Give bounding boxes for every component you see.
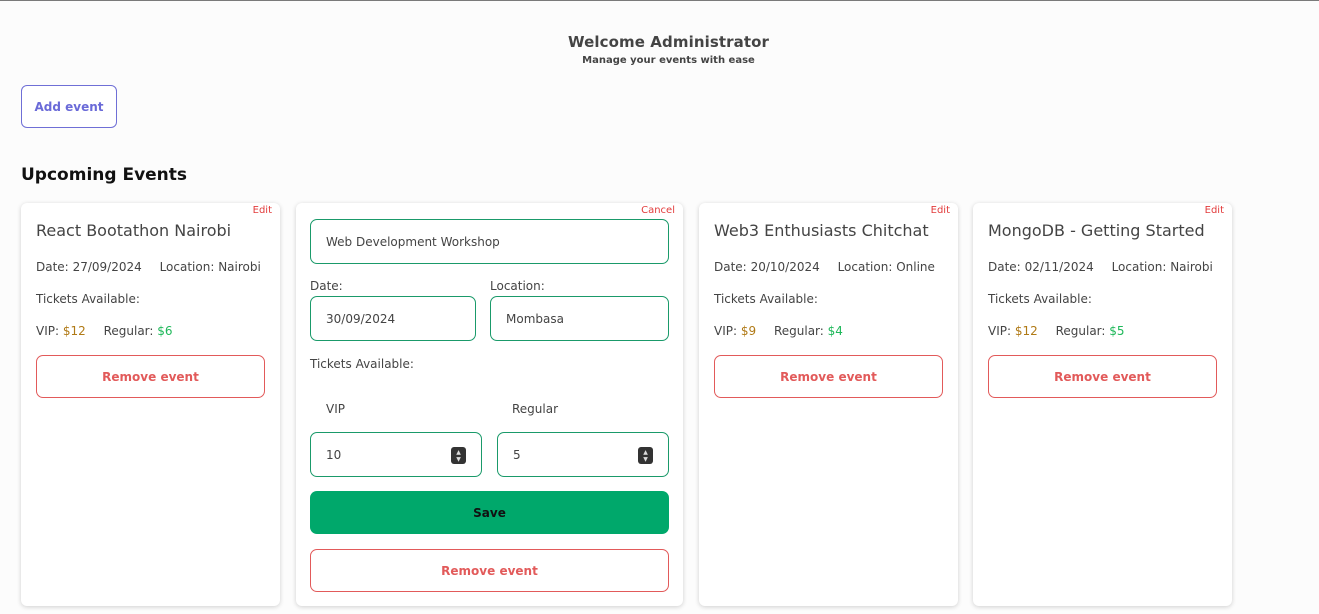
regular-field-label: Regular — [512, 402, 559, 416]
vip-price: $12 — [62, 324, 86, 338]
location-input[interactable]: Mombasa — [490, 296, 669, 341]
chevron-down-icon: ▼ — [456, 455, 461, 463]
location-label: Location: — [1111, 260, 1167, 274]
vip-label: VIP: — [36, 324, 60, 338]
regular-quantity-value: 5 — [513, 447, 521, 462]
event-meta: Date: 20/10/2024 Location: Online — [714, 260, 935, 274]
event-title-value: Web Development Workshop — [326, 234, 500, 249]
event-location: Nairobi — [1170, 260, 1213, 274]
regular-price: $5 — [1109, 324, 1125, 338]
tickets-field-label: Tickets Available: — [310, 357, 414, 371]
event-card: Edit MongoDB - Getting Started Date: 02/… — [973, 203, 1232, 606]
vip-label: VIP: — [988, 324, 1012, 338]
vip-price: $9 — [740, 324, 757, 338]
remove-event-button[interactable]: Remove event — [988, 355, 1217, 398]
vip-price: $12 — [1014, 324, 1038, 338]
edit-link[interactable]: Edit — [931, 205, 950, 216]
remove-event-button[interactable]: Remove event — [36, 355, 265, 398]
event-meta: Date: 27/09/2024 Location: Nairobi — [36, 260, 261, 274]
event-title: Web3 Enthusiasts Chitchat — [714, 221, 929, 240]
chevron-down-icon: ▼ — [643, 455, 648, 463]
save-button[interactable]: Save — [310, 491, 669, 534]
regular-label: Regular: — [773, 324, 824, 338]
event-edit-card: Cancel Web Development Workshop Date: Lo… — [296, 203, 683, 606]
event-location: Online — [896, 260, 935, 274]
page-title: Welcome Administrator — [567, 33, 770, 51]
regular-label: Regular: — [1055, 324, 1106, 338]
vip-quantity-value: 10 — [326, 447, 342, 462]
location-label: Location: — [837, 260, 893, 274]
tickets-label: Tickets Available: — [714, 292, 818, 306]
add-event-button[interactable]: Add event — [21, 85, 117, 128]
event-title: MongoDB - Getting Started — [988, 221, 1205, 240]
event-date: 20/10/2024 — [750, 260, 820, 274]
event-title-input[interactable]: Web Development Workshop — [310, 219, 669, 264]
page-subtitle: Manage your events with ease — [582, 55, 755, 66]
section-title: Upcoming Events — [21, 165, 188, 185]
chevron-up-icon: ▲ — [456, 448, 461, 456]
vip-field-label: VIP — [326, 402, 345, 416]
date-field-label: Date: — [310, 279, 343, 293]
date-input[interactable]: 30/09/2024 — [310, 296, 476, 341]
event-date: 27/09/2024 — [72, 260, 142, 274]
location-field-label: Location: — [490, 279, 545, 293]
regular-price: $6 — [157, 324, 173, 338]
vip-label: VIP: — [714, 324, 738, 338]
remove-event-button[interactable]: Remove event — [310, 549, 669, 592]
chevron-up-icon: ▲ — [643, 448, 648, 456]
price-row: VIP: $12 Regular: $5 — [988, 324, 1125, 338]
edit-link[interactable]: Edit — [253, 205, 272, 216]
date-label: Date: — [36, 260, 69, 274]
event-title: React Bootathon Nairobi — [36, 221, 232, 240]
price-row: VIP: $9 Regular: $4 — [714, 324, 843, 338]
event-meta: Date: 02/11/2024 Location: Nairobi — [988, 260, 1213, 274]
price-row: VIP: $12 Regular: $6 — [36, 324, 173, 338]
edit-link[interactable]: Edit — [1205, 205, 1224, 216]
event-location: Nairobi — [218, 260, 261, 274]
regular-quantity-input[interactable]: 5 ▲ ▼ — [497, 432, 669, 477]
date-value: 30/09/2024 — [326, 311, 396, 326]
date-label: Date: — [988, 260, 1021, 274]
event-date: 02/11/2024 — [1024, 260, 1094, 274]
spinner-icon[interactable]: ▲ ▼ — [638, 447, 653, 464]
regular-label: Regular: — [103, 324, 154, 338]
location-label: Location: — [159, 260, 215, 274]
remove-event-button[interactable]: Remove event — [714, 355, 943, 398]
cancel-link[interactable]: Cancel — [641, 205, 675, 216]
event-card: Edit Web3 Enthusiasts Chitchat Date: 20/… — [699, 203, 958, 606]
location-value: Mombasa — [506, 311, 564, 326]
tickets-label: Tickets Available: — [36, 292, 140, 306]
vip-quantity-input[interactable]: 10 ▲ ▼ — [310, 432, 482, 477]
regular-price: $4 — [827, 324, 843, 338]
event-card: Edit React Bootathon Nairobi Date: 27/09… — [21, 203, 280, 606]
page-header: Welcome Administrator Manage your events… — [0, 33, 1319, 66]
date-label: Date: — [714, 260, 747, 274]
tickets-label: Tickets Available: — [988, 292, 1092, 306]
spinner-icon[interactable]: ▲ ▼ — [451, 447, 466, 464]
